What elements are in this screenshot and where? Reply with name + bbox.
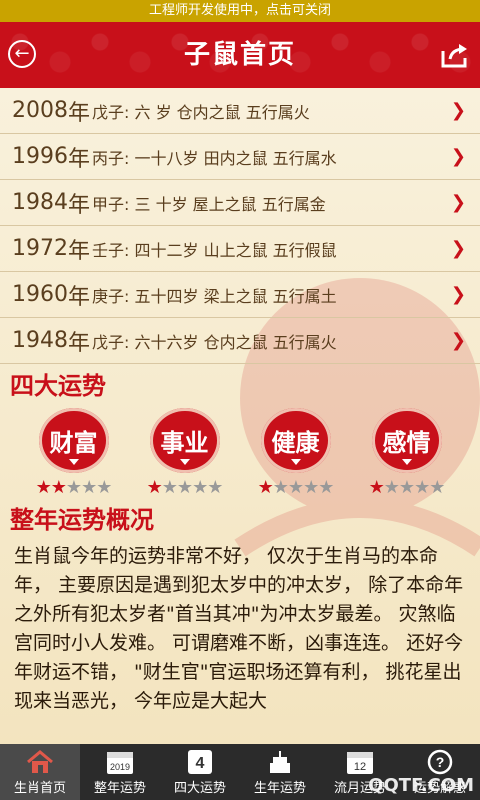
page-title: 子鼠首页 bbox=[183, 40, 296, 70]
content-area: 2008 年戊子: 六 岁 仓内之鼠 五行属火 ❯ 1996 年丙子: 一十八岁 田内之… bbox=[0, 88, 480, 744]
year-suffix: 年 bbox=[68, 146, 91, 172]
star-icon: ★ bbox=[398, 477, 415, 498]
home-icon bbox=[25, 749, 55, 775]
year-suffix: 年 bbox=[68, 284, 91, 310]
star-rating: ★★★★★ bbox=[146, 477, 224, 498]
year-suffix: 年 bbox=[68, 330, 91, 356]
year-number: 1972 bbox=[12, 236, 68, 261]
nav-item[interactable]: 生年运势 bbox=[240, 744, 320, 800]
year-list: 2008 年戊子: 六 岁 仓内之鼠 五行属火 ❯ 1996 年丙子: 一十八岁 田内之… bbox=[0, 88, 480, 364]
star-icon: ★ bbox=[383, 477, 400, 498]
year-number: 2008 bbox=[12, 98, 68, 123]
luck-label: 事业 bbox=[160, 429, 209, 457]
year-description: 丙子: 一十八岁 田内之鼠 五行属水 bbox=[92, 148, 337, 168]
year-suffix: 年 bbox=[68, 192, 91, 218]
nav-label: 四大运势 bbox=[173, 780, 226, 796]
year-row[interactable]: 2008 年戊子: 六 岁 仓内之鼠 五行属火 ❯ bbox=[0, 88, 480, 134]
chevron-right-icon: ❯ bbox=[450, 238, 466, 259]
year-description: 戊子: 六 岁 仓内之鼠 五行属火 bbox=[92, 102, 310, 122]
star-icon: ★ bbox=[368, 477, 385, 498]
year-row[interactable]: 1960 年庚子: 五十四岁 梁上之鼠 五行属土 ❯ bbox=[0, 272, 480, 318]
star-icon: ★ bbox=[257, 477, 274, 498]
star-icon: ★ bbox=[96, 477, 112, 498]
caret-down-icon bbox=[290, 459, 301, 465]
luck-button[interactable]: 健康 bbox=[260, 408, 331, 473]
nav-item[interactable]: 生肖首页 bbox=[0, 744, 80, 800]
star-icon: ★ bbox=[81, 477, 97, 498]
luck-item[interactable]: 感情 ★★★★★ bbox=[357, 408, 457, 498]
luck-button[interactable]: 财富 bbox=[38, 408, 109, 473]
share-icon[interactable] bbox=[440, 41, 470, 69]
question-icon: ? bbox=[425, 749, 455, 775]
year-number: 1948 bbox=[12, 328, 68, 353]
luck-item[interactable]: 财富 ★★★★★ bbox=[24, 408, 124, 498]
star-icon: ★ bbox=[287, 477, 304, 498]
caret-down-icon bbox=[401, 459, 412, 465]
four-icon: 4 bbox=[185, 749, 215, 775]
year-row[interactable]: 1984 年甲子: 三 十岁 屋上之鼠 五行属金 ❯ bbox=[0, 180, 480, 226]
star-icon: ★ bbox=[35, 477, 52, 498]
svg-text:?: ? bbox=[436, 754, 445, 770]
year-suffix: 年 bbox=[68, 100, 91, 126]
star-icon: ★ bbox=[207, 477, 223, 498]
cake-icon bbox=[265, 749, 295, 775]
luck-button[interactable]: 感情 bbox=[371, 408, 442, 473]
year-row[interactable]: 1972 年壬子: 四十二岁 山上之鼠 五行假鼠 ❯ bbox=[0, 226, 480, 272]
luck-label: 财富 bbox=[49, 429, 98, 457]
svg-text:4: 4 bbox=[196, 755, 205, 772]
chevron-right-icon: ❯ bbox=[450, 192, 466, 213]
star-icon: ★ bbox=[65, 477, 82, 498]
luck-item[interactable]: 事业 ★★★★★ bbox=[135, 408, 235, 498]
caret-down-icon bbox=[68, 459, 79, 465]
star-icon: ★ bbox=[318, 477, 334, 498]
year-row[interactable]: 1948 年戊子: 六十六岁 仓内之鼠 五行属火 ❯ bbox=[0, 318, 480, 364]
star-icon: ★ bbox=[146, 477, 163, 498]
star-icon: ★ bbox=[50, 477, 67, 498]
nav-item[interactable]: 2019 整年运势 bbox=[80, 744, 160, 800]
star-icon: ★ bbox=[161, 477, 178, 498]
year-row[interactable]: 1996 年丙子: 一十八岁 田内之鼠 五行属水 ❯ bbox=[0, 134, 480, 180]
star-rating: ★★★★★ bbox=[35, 477, 113, 498]
svg-text:2019: 2019 bbox=[110, 762, 130, 772]
year-description: 庚子: 五十四岁 梁上之鼠 五行属土 bbox=[92, 286, 337, 306]
year-description: 戊子: 六十六岁 仓内之鼠 五行属火 bbox=[92, 332, 337, 352]
luck-item[interactable]: 健康 ★★★★★ bbox=[246, 408, 346, 498]
year-number: 1984 bbox=[12, 190, 68, 215]
nav-label: 整年运势 bbox=[93, 780, 146, 796]
year-number: 1996 bbox=[12, 144, 68, 169]
nav-item[interactable]: 4 四大运势 bbox=[160, 744, 240, 800]
chevron-right-icon: ❯ bbox=[450, 330, 466, 351]
chevron-right-icon: ❯ bbox=[450, 146, 466, 167]
calendar-12-icon: 12 bbox=[345, 749, 375, 775]
four-luck-title: 四大运势 bbox=[10, 372, 106, 400]
star-icon: ★ bbox=[429, 477, 445, 498]
star-icon: ★ bbox=[176, 477, 193, 498]
chevron-right-icon: ❯ bbox=[450, 284, 466, 305]
nav-label: 生肖首页 bbox=[13, 780, 66, 796]
year-number: 1960 bbox=[12, 282, 68, 307]
header-bar: ← 子鼠首页 bbox=[0, 22, 480, 88]
caret-down-icon bbox=[179, 459, 190, 465]
star-icon: ★ bbox=[414, 477, 430, 498]
star-rating: ★★★★★ bbox=[368, 477, 446, 498]
year-description: 甲子: 三 十岁 屋上之鼠 五行属金 bbox=[92, 194, 326, 214]
chevron-right-icon: ❯ bbox=[450, 100, 466, 121]
calendar-2019-icon: 2019 bbox=[105, 749, 135, 775]
luck-label: 感情 bbox=[382, 429, 431, 457]
luck-button[interactable]: 事业 bbox=[149, 408, 220, 473]
star-icon: ★ bbox=[192, 477, 208, 498]
site-watermark: QQTF.COM bbox=[368, 775, 474, 796]
overview-text: 生肖鼠今年的运势非常不好， 仅次于生肖马的本命年， 主要原因是遇到犯太岁中的冲太… bbox=[14, 545, 464, 712]
year-description: 壬子: 四十二岁 山上之鼠 五行假鼠 bbox=[92, 240, 337, 260]
four-luck-row: 财富 ★★★★★ 事业 ★★★★★ 健康 ★★★★★ 感情 ★★★★★ bbox=[0, 408, 480, 498]
star-rating: ★★★★★ bbox=[257, 477, 335, 498]
year-suffix: 年 bbox=[68, 238, 91, 264]
star-icon: ★ bbox=[272, 477, 289, 498]
luck-label: 健康 bbox=[271, 429, 320, 457]
dev-mode-banner[interactable]: 工程师开发使用中，点击可关闭 bbox=[0, 0, 480, 22]
nav-label: 生年运势 bbox=[253, 780, 306, 796]
star-icon: ★ bbox=[303, 477, 319, 498]
overview-title: 整年运势概况 bbox=[10, 506, 154, 534]
svg-text:12: 12 bbox=[354, 761, 366, 773]
